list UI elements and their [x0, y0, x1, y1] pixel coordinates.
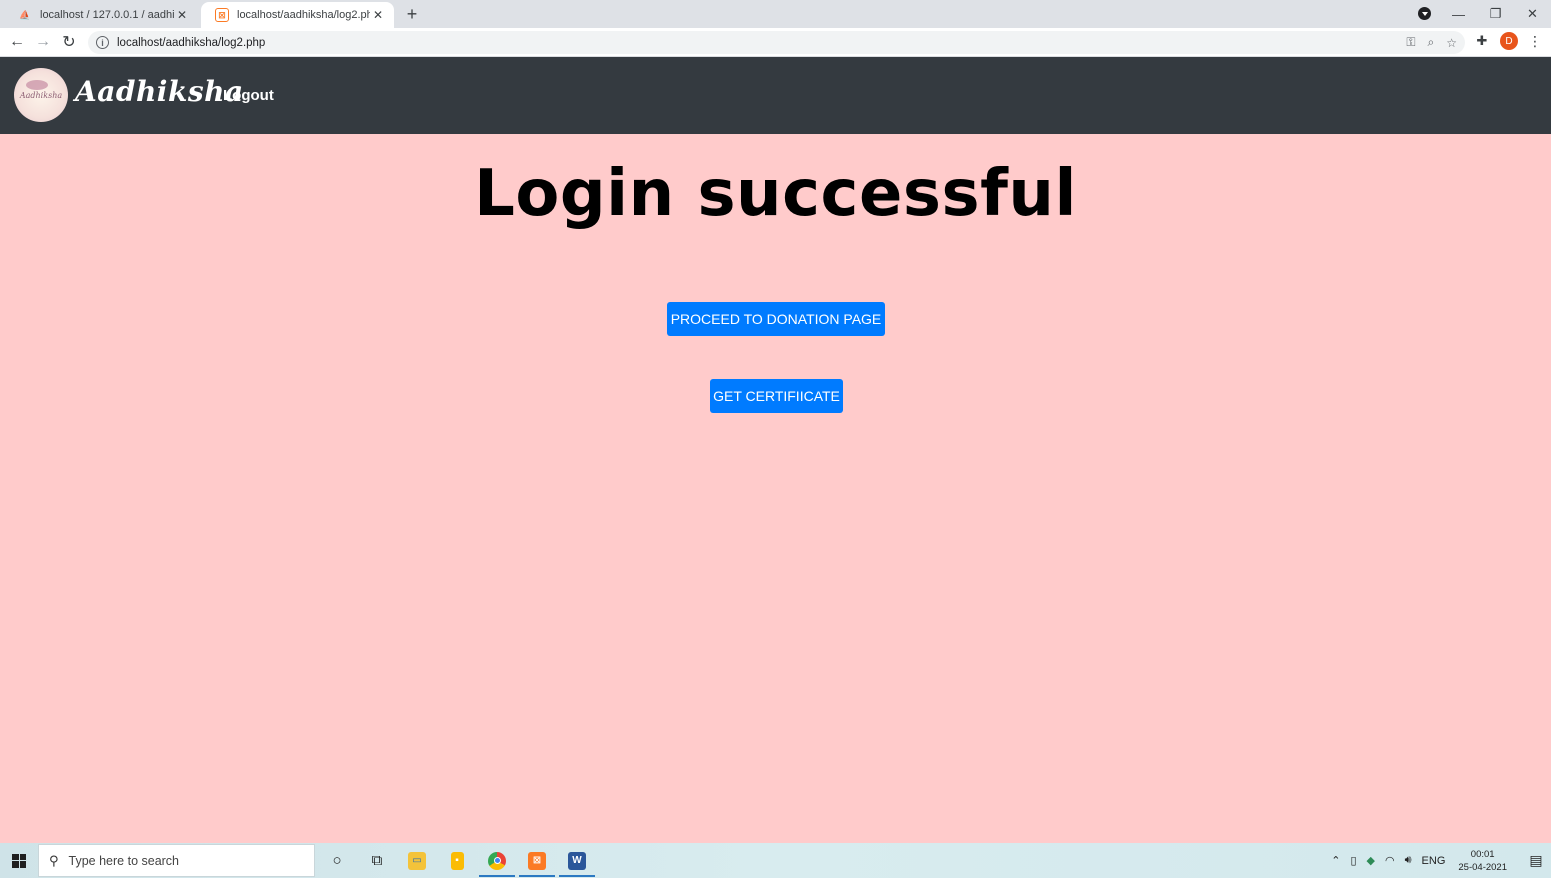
- search-icon: ⚲: [49, 852, 59, 868]
- security-icon[interactable]: ◆: [1367, 854, 1375, 867]
- clock-date: 25-04-2021: [1458, 861, 1507, 873]
- clock-time: 00:01: [1470, 848, 1495, 860]
- menu-kebab-icon[interactable]: ⋮: [1528, 32, 1542, 50]
- extensions-icon[interactable]: ✚: [1474, 33, 1490, 49]
- chrome-icon[interactable]: [477, 843, 517, 878]
- address-bar[interactable]: i localhost/aadhiksha/log2.php ⚿ ⌕ ☆: [88, 31, 1465, 54]
- brand-name[interactable]: Aadhiksha: [75, 75, 244, 108]
- close-icon[interactable]: ✕: [370, 7, 386, 23]
- word-icon[interactable]: W: [557, 843, 597, 878]
- tab-title: localhost / 127.0.0.1 / aadhiksha: [40, 9, 174, 21]
- logo-decoration: [26, 80, 48, 90]
- info-icon[interactable]: i: [96, 36, 109, 49]
- back-arrow-icon[interactable]: ←: [7, 32, 27, 52]
- star-icon[interactable]: ☆: [1446, 36, 1457, 50]
- taskbar-search[interactable]: ⚲ Type here to search: [38, 844, 315, 877]
- page-body: Aadhiksha Aadhiksha Logout Login success…: [0, 57, 1551, 843]
- wifi-icon[interactable]: ◠: [1385, 854, 1395, 867]
- profile-avatar[interactable]: D: [1500, 32, 1518, 50]
- windows-logo-icon: [12, 853, 26, 868]
- battery-icon[interactable]: ▯: [1350, 854, 1356, 867]
- xampp-icon: ⊠: [215, 8, 229, 22]
- tab-phpmyadmin[interactable]: ⛵ localhost / 127.0.0.1 / aadhiksha ✕: [4, 2, 198, 28]
- close-window-button[interactable]: ✕: [1514, 0, 1551, 28]
- proceed-to-donation-button[interactable]: PROCEED TO DONATION PAGE: [667, 302, 885, 336]
- url-text: localhost/aadhiksha/log2.php: [117, 36, 266, 49]
- chevron-up-icon[interactable]: ⌃: [1331, 854, 1340, 867]
- brand-logo[interactable]: Aadhiksha: [14, 68, 68, 122]
- file-explorer-icon[interactable]: ▭: [397, 843, 437, 878]
- phpmyadmin-icon: ⛵: [19, 9, 31, 20]
- logo-text: Aadhiksha: [19, 90, 63, 100]
- tab-title: localhost/aadhiksha/log2.php: [237, 9, 370, 21]
- window-controls: — ❐ ✕: [1440, 0, 1551, 28]
- xampp-taskbar-icon[interactable]: ⊠: [517, 843, 557, 878]
- volume-icon[interactable]: 🔊︎: [1405, 854, 1412, 867]
- keep-notes-icon[interactable]: ▪: [437, 843, 477, 878]
- search-placeholder: Type here to search: [68, 853, 180, 868]
- tab-log2[interactable]: ⊠ localhost/aadhiksha/log2.php ✕: [201, 2, 394, 28]
- close-icon[interactable]: ✕: [174, 7, 190, 23]
- clock[interactable]: 00:01 25-04-2021: [1458, 848, 1507, 874]
- new-tab-button[interactable]: +: [402, 4, 422, 24]
- reload-icon[interactable]: ↻: [59, 32, 79, 52]
- system-tray: ⌃ ▯ ◆ ◠ 🔊︎ ENG 00:01 25-04-2021 ▤: [1326, 843, 1551, 878]
- cortana-icon[interactable]: ○: [317, 843, 357, 878]
- minimize-button[interactable]: —: [1440, 0, 1477, 28]
- task-view-icon[interactable]: ⧉: [357, 843, 397, 878]
- tab-search-icon[interactable]: [1418, 7, 1431, 20]
- restore-button[interactable]: ❐: [1477, 0, 1514, 28]
- key-icon[interactable]: ⚿: [1406, 35, 1415, 50]
- get-certificate-button[interactable]: GET CERTIFIICATE: [710, 379, 843, 413]
- browser-tab-strip: ⛵ localhost / 127.0.0.1 / aadhiksha ✕ ⊠ …: [0, 0, 1551, 28]
- forward-arrow-icon[interactable]: →: [33, 32, 53, 52]
- notification-icon[interactable]: ▤: [1521, 843, 1551, 878]
- windows-taskbar: ⚲ Type here to search ○ ⧉ ▭ ▪ ⊠ W ⌃ ▯ ◆ …: [0, 843, 1551, 878]
- zoom-icon[interactable]: ⌕: [1428, 35, 1435, 50]
- language-indicator[interactable]: ENG: [1422, 855, 1446, 867]
- browser-toolbar: ← → ↻ i localhost/aadhiksha/log2.php ⚿ ⌕…: [0, 28, 1551, 57]
- site-navbar: Aadhiksha Aadhiksha Logout: [0, 57, 1551, 134]
- page-title: Login successful: [474, 157, 1077, 231]
- start-button[interactable]: [0, 843, 38, 878]
- logout-link[interactable]: Logout: [223, 87, 274, 104]
